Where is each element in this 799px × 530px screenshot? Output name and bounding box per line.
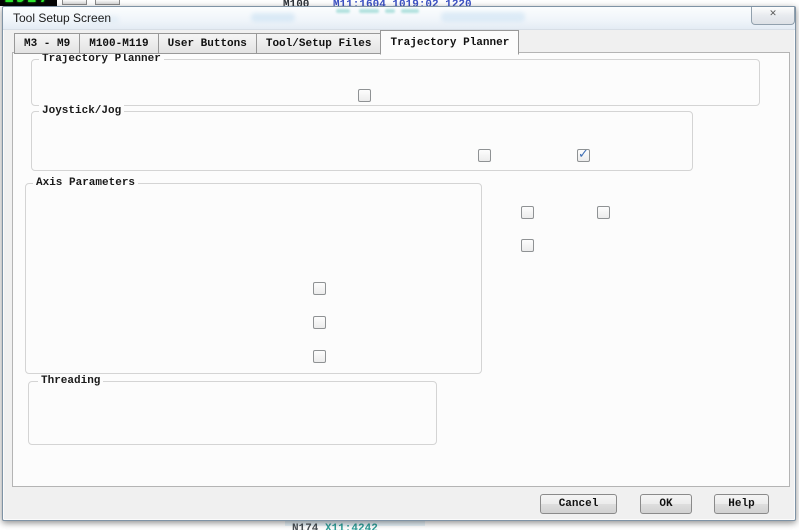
tab-strip: M3 - M9 M100-M119 User Buttons Tool/Setu…	[14, 30, 518, 54]
glass-reflection	[401, 9, 419, 13]
background-text-n174: N174	[292, 523, 318, 530]
zero-fixture-offsets-checkbox[interactable]	[521, 239, 534, 252]
display-encoders-checkbox[interactable]	[597, 206, 610, 219]
axis-group-label: Axis Parameters	[33, 177, 138, 189]
dialog-titlebar[interactable]: Tool Setup Screen	[3, 7, 795, 30]
arcs-to-segments-checkbox[interactable]	[358, 89, 371, 102]
axis-b-degrees-checkbox[interactable]	[313, 316, 326, 329]
joystick-group-label: Joystick/Jog	[39, 105, 124, 117]
glass-reflection	[359, 9, 379, 13]
glass-reflection	[441, 12, 525, 22]
ok-button[interactable]: OK	[640, 494, 692, 514]
help-button[interactable]: Help	[714, 494, 769, 514]
background-text-teal: X11:4242	[325, 523, 378, 530]
trajectory-group-label: Trajectory Planner	[39, 53, 164, 65]
glass-reflection	[251, 13, 295, 22]
axis-a-degrees-checkbox[interactable]	[313, 282, 326, 295]
threading-group	[28, 381, 437, 445]
dialog-title: Tool Setup Screen	[13, 11, 111, 25]
close-glyph: ✕	[769, 9, 777, 19]
tab-m100-m119[interactable]: M100-M119	[79, 33, 158, 54]
reverse-rz-checkbox[interactable]	[478, 149, 491, 162]
joystick-jog-group	[31, 111, 693, 171]
glass-reflection	[385, 9, 395, 13]
tab-tool-setup-files[interactable]: Tool/Setup Files	[256, 33, 382, 54]
close-icon[interactable]: ✕	[751, 7, 795, 25]
cancel-button[interactable]: Cancel	[540, 494, 617, 514]
glass-reflection	[336, 9, 350, 13]
tab-user-buttons[interactable]: User Buttons	[158, 33, 257, 54]
background-button	[95, 0, 120, 5]
background-button	[62, 0, 87, 5]
threading-group-label: Threading	[38, 375, 103, 387]
lathe-checkbox[interactable]	[521, 206, 534, 219]
enable-gamepad-checkbox[interactable]	[577, 149, 590, 162]
screen: { "bg": { "lcd": "1927", "top_label": "M…	[0, 0, 799, 530]
axis-c-degrees-checkbox[interactable]	[313, 350, 326, 363]
axis-parameters-group	[25, 183, 482, 374]
tab-m3-m9[interactable]: M3 - M9	[14, 33, 80, 54]
tab-trajectory-planner[interactable]: Trajectory Planner	[380, 30, 519, 55]
trajectory-planner-group	[31, 59, 760, 106]
